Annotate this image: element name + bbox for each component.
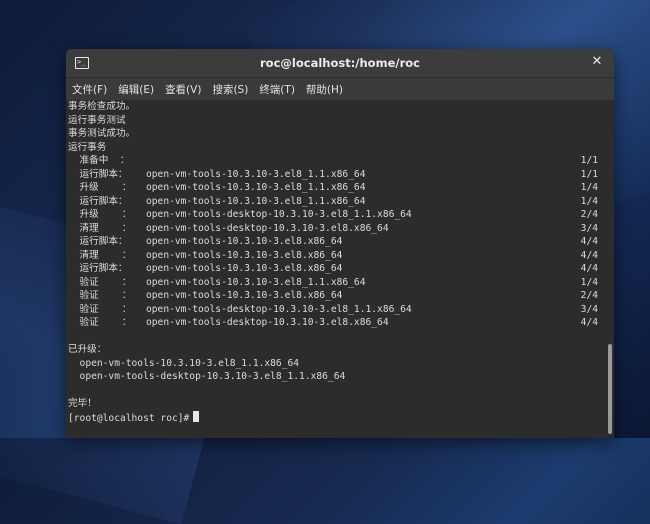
upgraded-package: open-vm-tools-desktop-10.3.10-3.el8_1.1.… bbox=[68, 371, 346, 382]
transaction-step: 清理 ： open-vm-tools-desktop-10.3.10-3.el8.… bbox=[68, 222, 598, 234]
window-title: roc@localhost:/home/roc bbox=[260, 56, 420, 70]
transaction-step: 运行脚本： open-vm-tools-10.3.10-3.el8_1.1.x86… bbox=[68, 168, 598, 180]
transaction-step: 清理 ： open-vm-tools-10.3.10-3.el8.x86_64 4/… bbox=[68, 249, 598, 261]
shell-prompt[interactable]: [root@localhost roc]# bbox=[68, 410, 200, 425]
terminal-line: 运行事务测试 bbox=[68, 114, 126, 126]
menu-bar: 文件(F) 编辑(E) 查看(V) 搜索(S) 终端(T) 帮助(H) bbox=[66, 78, 614, 101]
terminal-line: 运行事务 bbox=[68, 141, 107, 153]
transaction-step: 升级 ： open-vm-tools-10.3.10-3.el8_1.1.x86_… bbox=[68, 182, 598, 193]
transaction-step: 准备中 ： 1/1 bbox=[68, 155, 598, 166]
transaction-step: 验证 ： open-vm-tools-10.3.10-3.el8.x86_64 2/… bbox=[68, 290, 598, 301]
upgraded-header: 已升级： bbox=[68, 344, 107, 355]
terminal-output[interactable]: 事务检查成功。 运行事务测试 事务测试成功。 运行事务 准备中 ： 1/1 运行脚… bbox=[66, 100, 606, 438]
scrollbar-thumb[interactable] bbox=[608, 344, 612, 434]
menu-terminal[interactable]: 终端(T) bbox=[259, 82, 295, 97]
prompt-text: [root@localhost roc]# bbox=[68, 412, 190, 424]
title-bar[interactable]: >_ roc@localhost:/home/roc ✕ bbox=[66, 49, 614, 78]
transaction-step: 运行脚本： open-vm-tools-10.3.10-3.el8.x86_64 4… bbox=[68, 236, 598, 247]
close-icon[interactable]: ✕ bbox=[589, 54, 605, 70]
menu-help[interactable]: 帮助(H) bbox=[306, 82, 343, 97]
menu-file[interactable]: 文件(F) bbox=[72, 82, 107, 97]
terminal-line: 事务检查成功。 bbox=[68, 101, 136, 112]
transaction-step: 验证 ： open-vm-tools-desktop-10.3.10-3.el8_… bbox=[68, 303, 598, 315]
terminal-window: >_ roc@localhost:/home/roc ✕ 文件(F) 编辑(E)… bbox=[66, 49, 614, 438]
transaction-step: 升级 ： open-vm-tools-desktop-10.3.10-3.el8_… bbox=[68, 209, 598, 220]
upgraded-package: open-vm-tools-10.3.10-3.el8_1.1.x86_64 bbox=[68, 357, 300, 369]
transaction-step: 验证 ： open-vm-tools-desktop-10.3.10-3.el8.… bbox=[68, 317, 598, 328]
menu-search[interactable]: 搜索(S) bbox=[212, 82, 248, 97]
complete-message: 完毕！ bbox=[68, 398, 97, 409]
transaction-step: 验证 ： open-vm-tools-10.3.10-3.el8_1.1.x86_… bbox=[68, 276, 598, 288]
terminal-line: 事务测试成功。 bbox=[68, 128, 136, 139]
menu-view[interactable]: 查看(V) bbox=[165, 82, 201, 97]
transaction-step: 运行脚本： open-vm-tools-10.3.10-3.el8_1.1.x86… bbox=[68, 195, 598, 207]
menu-edit[interactable]: 编辑(E) bbox=[118, 82, 154, 97]
transaction-step: 运行脚本： open-vm-tools-10.3.10-3.el8.x86_64 4… bbox=[68, 263, 598, 274]
scrollbar[interactable] bbox=[606, 100, 614, 438]
text-cursor bbox=[193, 410, 200, 422]
